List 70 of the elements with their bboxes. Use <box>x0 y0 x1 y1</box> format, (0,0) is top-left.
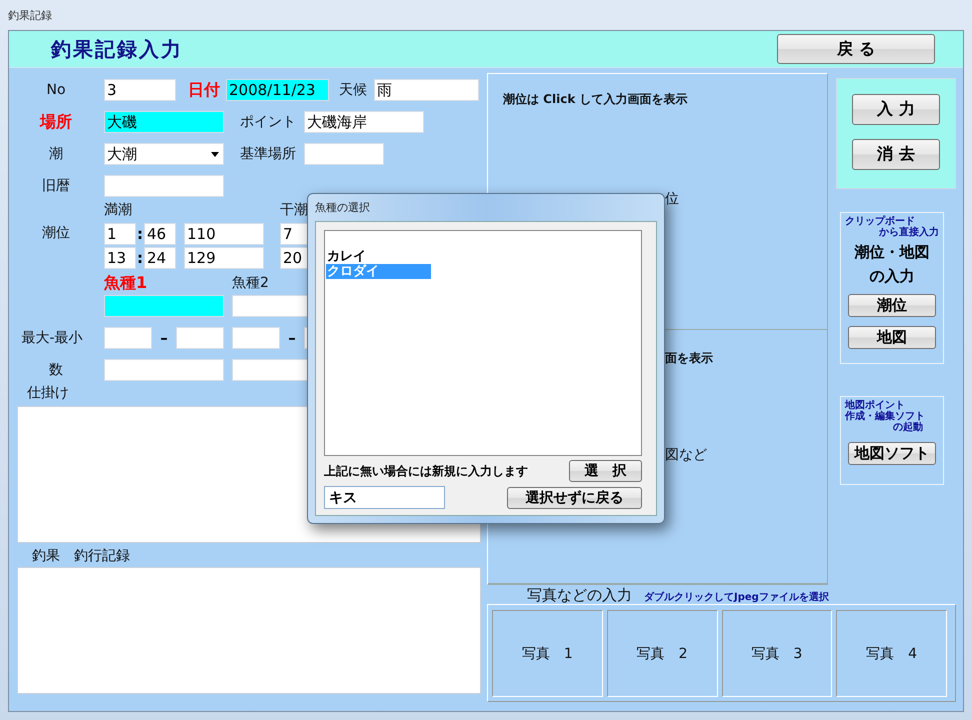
input-field[interactable]: 2008/11/23 <box>226 79 329 101</box>
field-label: 魚種2 <box>232 274 270 292</box>
field-label: 魚種1 <box>104 272 148 294</box>
photo-slot[interactable]: 写真 3 <box>722 610 832 697</box>
panel-text: 図など <box>665 446 707 464</box>
column-label: 満潮 <box>104 201 133 219</box>
input-field[interactable]: 13 <box>104 247 136 269</box>
field-label: 潮位 <box>41 224 71 242</box>
input-field[interactable] <box>104 359 224 381</box>
panel-text: 位 <box>665 190 679 208</box>
field-label: 釣果 釣行記録 <box>31 547 131 565</box>
clipboard-caption: クリップボード から直接入力 <box>845 216 939 238</box>
fish-list[interactable]: カレイ クロダイ <box>324 230 642 456</box>
field-label: 仕掛け <box>26 384 70 402</box>
field-label: 日付 <box>187 80 221 100</box>
action-button[interactable]: 消 去 <box>852 139 940 170</box>
time-separator: : <box>136 249 144 267</box>
input-field[interactable]: 46 <box>144 223 176 245</box>
cancel-button[interactable]: 選択せずに戻る <box>507 486 642 508</box>
new-fish-field[interactable]: キス <box>324 486 445 509</box>
input-field[interactable]: 雨 <box>374 79 479 101</box>
column-label: 干潮 <box>280 201 309 219</box>
field-label: 基準場所 <box>239 145 297 163</box>
clipboard-button[interactable]: 潮位 <box>848 294 936 317</box>
field-label: No <box>45 82 67 98</box>
map-soft-caption: 地図ポイント 作成・編集ソフト の起動 <box>845 400 926 433</box>
dialog-title: 魚種の選択 <box>315 200 371 216</box>
photos-title: 写真などの入力 <box>527 586 632 605</box>
tide-hint: 潮位は Click して入力画面を表示 <box>503 92 688 106</box>
list-item[interactable]: カレイ <box>326 249 431 264</box>
tide-dropdown[interactable]: 大潮 <box>104 143 224 165</box>
window-title: 釣果記録 <box>8 8 52 22</box>
photo-slot[interactable]: 写真 4 <box>836 610 947 697</box>
field-label: 場所 <box>38 112 73 132</box>
field-label: 天候 <box>338 81 368 99</box>
record-text-area[interactable] <box>17 567 481 694</box>
input-field[interactable]: 大磯海岸 <box>304 111 424 133</box>
clipboard-title: 潮位・地図 の入力 <box>854 242 930 287</box>
photo-slot[interactable]: 写真 1 <box>492 610 603 697</box>
back-button[interactable]: 戻 る <box>777 34 935 64</box>
photos-hint: ダブルクリックしてJpegファイルを選択 <box>644 590 829 604</box>
caret-icon <box>211 152 219 156</box>
map-soft-button[interactable]: 地図ソフト <box>848 442 936 465</box>
input-field[interactable]: 24 <box>144 247 176 269</box>
range-separator: – <box>159 329 169 347</box>
action-button[interactable]: 入 力 <box>852 94 940 125</box>
field-label: ポイント <box>239 113 297 131</box>
page-title: 釣果記録入力 <box>51 36 183 62</box>
input-field[interactable] <box>104 175 224 197</box>
input-field[interactable]: 110 <box>184 223 264 245</box>
input-field[interactable] <box>104 327 152 349</box>
input-field[interactable]: 3 <box>104 79 176 101</box>
select-button[interactable]: 選 択 <box>569 460 642 482</box>
input-field[interactable] <box>104 295 224 317</box>
range-separator: – <box>287 329 297 347</box>
input-field[interactable] <box>176 327 224 349</box>
field-label: 最大-最小 <box>20 329 84 347</box>
field-label: 潮 <box>48 145 64 163</box>
time-separator: : <box>136 225 144 243</box>
dialog-note: 上記に無い場合には新規に入力します <box>324 462 528 480</box>
panel-text: 面を表示 <box>665 350 713 367</box>
input-field[interactable] <box>304 143 384 165</box>
input-field[interactable]: 1 <box>104 223 136 245</box>
field-label: 旧暦 <box>41 177 71 195</box>
photo-slot[interactable]: 写真 2 <box>606 610 718 697</box>
input-field[interactable] <box>232 327 280 349</box>
input-field[interactable]: 129 <box>184 247 264 269</box>
input-field[interactable]: 大磯 <box>104 111 224 133</box>
clipboard-button[interactable]: 地図 <box>848 326 936 349</box>
field-label: 数 <box>48 361 64 379</box>
